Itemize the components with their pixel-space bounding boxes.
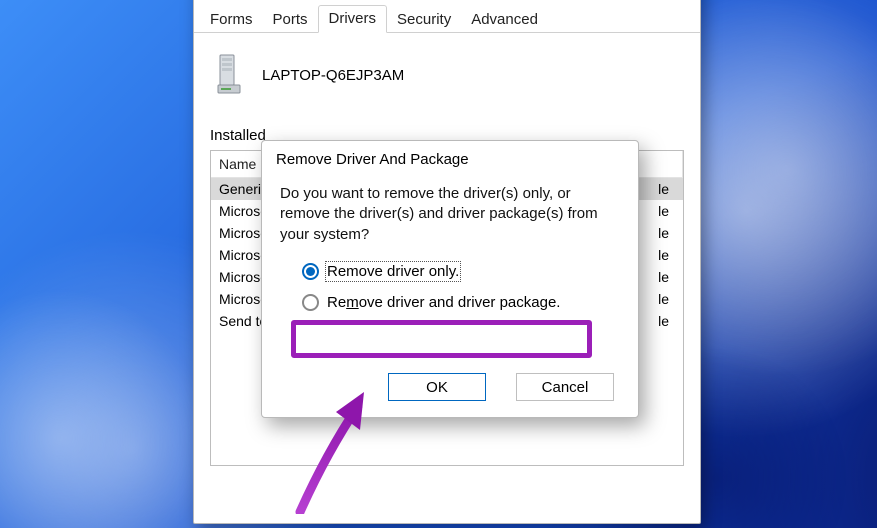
radio-label: Remove driver only. bbox=[327, 263, 459, 280]
dialog-message: Do you want to remove the driver(s) only… bbox=[280, 184, 620, 245]
ok-button[interactable]: OK bbox=[388, 373, 486, 401]
tab-ports[interactable]: Ports bbox=[263, 7, 318, 33]
radio-indicator-icon bbox=[302, 263, 319, 280]
tabs-row: Forms Ports Drivers Security Advanced bbox=[194, 1, 700, 33]
tab-security[interactable]: Security bbox=[387, 7, 461, 33]
radio-label: Remove driver and driver package. bbox=[327, 294, 560, 311]
dialog-buttons: OK Cancel bbox=[262, 363, 638, 417]
radio-group: Remove driver only. Remove driver and dr… bbox=[280, 263, 620, 311]
server-icon bbox=[212, 53, 248, 97]
dialog-body: Do you want to remove the driver(s) only… bbox=[262, 174, 638, 363]
radio-remove-driver-only[interactable]: Remove driver only. bbox=[302, 263, 620, 280]
cancel-button[interactable]: Cancel bbox=[516, 373, 614, 401]
remove-driver-dialog: Remove Driver And Package Do you want to… bbox=[261, 140, 639, 418]
tab-drivers[interactable]: Drivers bbox=[318, 5, 388, 33]
server-name: LAPTOP-Q6EJP3AM bbox=[262, 67, 404, 84]
server-row: LAPTOP-Q6EJP3AM bbox=[210, 51, 684, 109]
radio-indicator-icon bbox=[302, 294, 319, 311]
tab-advanced[interactable]: Advanced bbox=[461, 7, 548, 33]
radio-remove-driver-and-package[interactable]: Remove driver and driver package. bbox=[302, 294, 620, 311]
dialog-title: Remove Driver And Package bbox=[262, 141, 638, 174]
tab-forms[interactable]: Forms bbox=[200, 7, 263, 33]
